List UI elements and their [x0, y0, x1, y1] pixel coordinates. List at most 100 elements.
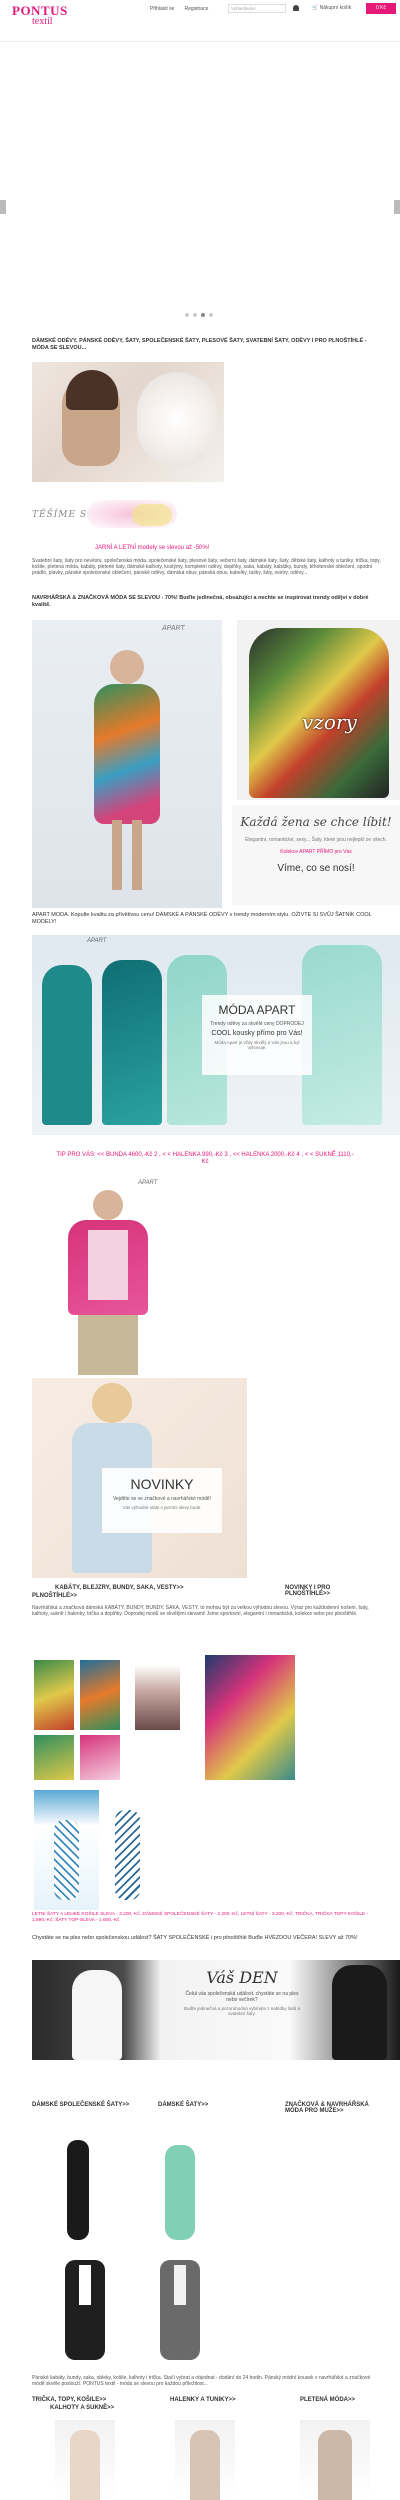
brand-apart: APART [162, 625, 185, 632]
product-thumb-top[interactable] [55, 2420, 115, 2500]
apart-banner-vzory[interactable]: APART vzory Každá žena se chce líbit! El… [32, 620, 400, 908]
dress-pattern [54, 1820, 79, 1900]
category-tshirts-link[interactable]: TRIČKA, TOPY, KOŠILE>> [32, 2397, 142, 2403]
teal-coat-model [102, 960, 162, 1125]
blouse-shape [190, 2430, 220, 2500]
footer-text: Pánské kabáty, bundy, saka, obleky, koši… [32, 2375, 371, 2387]
jaro-graphic [132, 504, 172, 526]
black-dress-model [332, 1965, 387, 2060]
slider-dot-active[interactable] [201, 313, 205, 317]
category-blouses-link[interactable]: HALENKY A TUNIKY>> [170, 2397, 270, 2403]
floral-dress [94, 684, 160, 824]
product-thumb-print[interactable] [205, 1655, 295, 1780]
novinky-banner[interactable]: NOVINKY Vejděte se ve značkové a navrhář… [32, 1378, 247, 1578]
intro-body: Svatební šaty, šaty pro nevěstu, společe… [32, 558, 381, 576]
beige-pants [78, 1315, 138, 1375]
vas-den-panel: Váš DEN Čeká vás společenská událost, ch… [182, 1968, 302, 2048]
tulips-shape [137, 372, 217, 467]
site-header: PONTUS textil Přihlásit se Registrace Vy… [0, 0, 400, 42]
product-thumb-knit[interactable] [300, 2420, 370, 2500]
product-black-suit[interactable] [45, 2255, 125, 2365]
intro-slogan: NAVRHÁŘSKÁ & ZNAČKOVÁ MÓDA SE SLEVOU - 7… [32, 595, 369, 608]
moda-apart-sub3: Móda Apart je vždy skvělý a Vás jsou a b… [214, 1040, 300, 1050]
dress-pattern [115, 1810, 140, 1900]
shirt [79, 2265, 91, 2305]
slider-dot[interactable] [185, 313, 189, 317]
category-knitwear-link[interactable]: PLETENÁ MÓDA>> [300, 2397, 390, 2403]
teal-jacket-model [42, 965, 92, 1125]
category-dresses-link[interactable]: DÁMSKÉ ŠATY>> [158, 2102, 238, 2108]
banner-cta[interactable]: Víme, co se nosí! [232, 863, 400, 874]
vas-den-sub: Čeká vás společenská událost, chystáte s… [185, 1991, 299, 2003]
intro-heading: DÁMSKÉ ODĚVY, PÁNSKÉ ODĚVY, ŠATY, SPOLEČ… [32, 338, 367, 351]
slider-dot[interactable] [209, 313, 213, 317]
search-input[interactable]: Vyhledávání [228, 4, 286, 13]
site-logo[interactable]: PONTUS textil [12, 3, 82, 39]
moda-apart-sub2: COOL kousky přímo pro Vás! [211, 1030, 303, 1037]
product-thumb-white-dress-2[interactable] [105, 1790, 150, 1910]
model-floral-dress-image: APART [32, 620, 222, 908]
wedding-question-text: Chystáte se na ples nebo společenskou ud… [32, 1935, 358, 1941]
slider-prev-arrow[interactable] [0, 200, 6, 214]
product-black-gown[interactable] [55, 2130, 100, 2245]
white-gown-model [72, 1970, 122, 2060]
category-mens-fashion-link[interactable]: ZNAČKOVÁ & NAVRHÁŘSKÁ MÓDA PRO MUŽE>> [285, 2102, 385, 2114]
knit-shape [318, 2430, 352, 2500]
spring-banner: TĚŠÍME SE [32, 500, 182, 530]
login-link[interactable]: Přihlásit se [150, 6, 174, 12]
cart-icon: 🛒 [312, 5, 319, 11]
moda-apart-sub1: Trendy oděvy za skvělé ceny DOPRODEJ [210, 1021, 304, 1027]
product-thumb[interactable] [34, 1735, 74, 1780]
product-mint-dress[interactable] [150, 2135, 210, 2245]
categories-body: Navrhářská a značková dámská KABÁTY, BUN… [32, 1605, 369, 1617]
novinky-panel: NOVINKY Vejděte se ve značkové a navrhář… [102, 1468, 222, 1533]
vas-den-sub2: Buďte jedinečná a pozoruhodná vybírejte … [183, 2006, 301, 2016]
model-hair [92, 1383, 132, 1423]
apart-banner-moda[interactable]: APART MÓDA APART Trendy oděvy za skvělé … [32, 935, 400, 1135]
category-pants-skirts-link[interactable]: KALHOTY A SUKNĚ>> [50, 2405, 150, 2411]
slider-next-arrow[interactable] [394, 200, 400, 214]
category-novinky-plus-link[interactable]: NOVINKY I PRO PLNOŠTÍHLÉ>> [285, 1585, 365, 1597]
slider-dot[interactable] [193, 313, 197, 317]
vas-den-banner[interactable]: Váš DEN Čeká vás společenská událost, ch… [32, 1960, 400, 2060]
black-gown [67, 2140, 89, 2240]
novinky-sub2: Vás výhodné stále s jarními slevy bude. [122, 1505, 202, 1510]
banner-link[interactable]: Kolekce APART PŘÍMO pro Vás [232, 849, 400, 855]
category-coats-link[interactable]: KABÁTY, BLEJZRY, BUNDY, SAKA, VESTY>> [55, 1585, 205, 1591]
novinky-sub: Vejděte se ve značkové a navrhářské módě… [112, 1496, 212, 1502]
mint-dress [165, 2145, 195, 2240]
hair-shape [66, 370, 118, 410]
vas-den-title: Váš DEN [206, 1968, 278, 1987]
category-plus-link[interactable]: PLNOŠTÍHLÉ>> [32, 1593, 132, 1599]
moda-apart-title: MÓDA APART [218, 1003, 296, 1017]
banner-tagline: Každá žena se chce líbit! [240, 815, 392, 829]
cart-label: Nákupní košík [319, 5, 352, 11]
vzory-text: vzory [302, 710, 357, 734]
hero-slider [0, 43, 400, 333]
deals-row[interactable]: TIP PRO VÁS: << BUNDA 4600,-Kč 2 , < < H… [55, 1152, 355, 1166]
product-thumb-skirt[interactable] [135, 1665, 180, 1730]
product-thumb-blouse[interactable] [175, 2420, 235, 2500]
banner-sub: Elegantní, romantické, sexy... Šaty, kte… [245, 837, 387, 843]
banner-text-panel: Každá žena se chce líbit! Elegantní, rom… [232, 805, 400, 905]
cart-link[interactable]: 🛒 Nákupní košík [312, 5, 351, 11]
mint-dress-beach-model [302, 945, 382, 1125]
product-thumb[interactable] [80, 1660, 120, 1730]
product-grey-suit[interactable] [140, 2255, 220, 2365]
novinky-title: NOVINKY [130, 1476, 194, 1492]
category-evening-dresses-link[interactable]: DÁMSKÉ SPOLEČENSKÉ ŠATY>> [32, 2102, 132, 2108]
product-thumb-white-dress[interactable] [34, 1790, 99, 1910]
product-thumb[interactable] [34, 1660, 74, 1730]
leg [112, 820, 122, 890]
top-shape [70, 2430, 100, 2500]
links-row[interactable]: LETNÍ ŠATY A LEHKÉ KOŠILE SLEVA - 3.200,… [32, 1912, 382, 1924]
product-thumb[interactable] [80, 1735, 120, 1780]
user-icon[interactable] [293, 5, 299, 11]
register-link[interactable]: Registrace [184, 6, 208, 12]
cart-total-button[interactable]: 0 Kč [366, 3, 396, 14]
model-head [93, 1190, 123, 1220]
pink-jacket-image[interactable]: APART [38, 1175, 183, 1375]
model-head [110, 650, 144, 684]
apart-text: APART MODA. Kopulte kvalitu za přívětivo… [32, 912, 372, 925]
wedding-question: Chystáte se na ples nebo společenskou ud… [32, 1935, 382, 1942]
